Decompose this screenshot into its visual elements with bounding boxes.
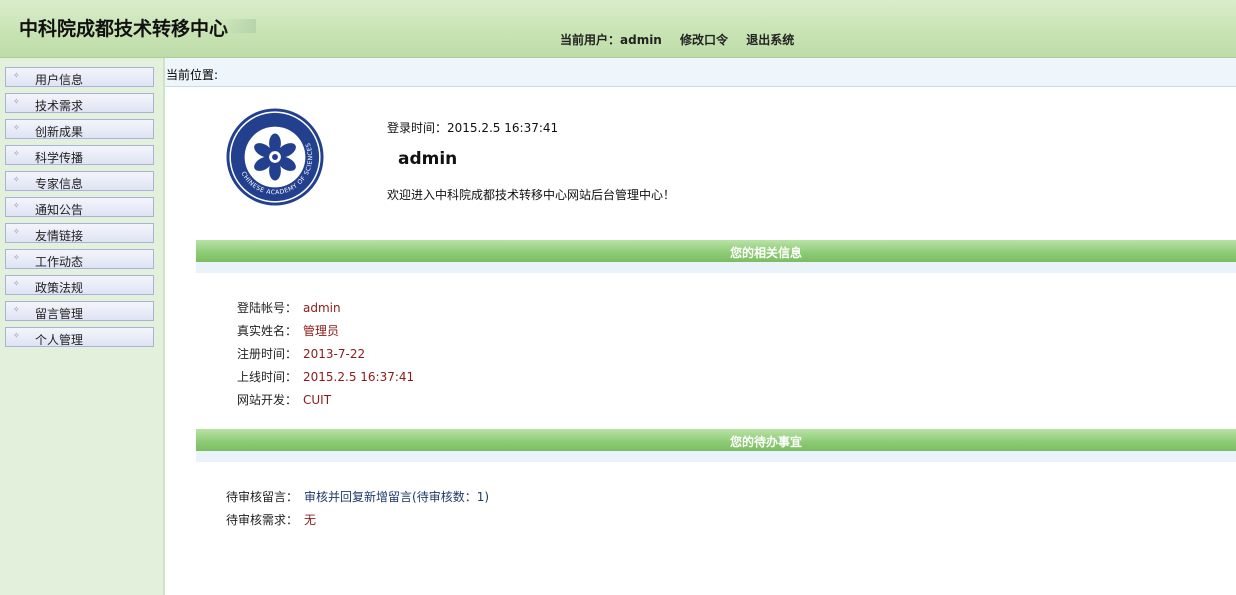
sidebar-item-policies[interactable]: ✧ 政策法规 (5, 275, 154, 295)
info-row-online-time: 上线时间： 2015.2.5 16:37:41 (237, 368, 414, 385)
sidebar-item-label: 用户信息 (35, 73, 84, 87)
sidebar-item-label: 工作动态 (35, 255, 84, 269)
bullet-icon: ✧ (13, 97, 20, 106)
info-row-real-name: 真实姓名： 管理员 (237, 322, 339, 339)
section-title: 您的相关信息 (729, 246, 802, 260)
sidebar-item-tech-demand[interactable]: ✧ 技术需求 (5, 93, 154, 113)
sidebar-item-label: 创新成果 (35, 125, 84, 139)
sidebar-item-label: 留言管理 (35, 307, 84, 321)
info-value: 2015.2.5 16:37:41 (303, 370, 415, 384)
sidebar: ✧ 用户信息 ✧ 技术需求 ✧ 创新成果 ✧ 科学传播 ✧ 专家信息 ✧ 通知公告 ✧ 友情链… (0, 58, 165, 595)
title-decoration (222, 19, 256, 33)
site-title: 中科院成都技术转移中心 (19, 18, 229, 40)
todo-label: 待审核需求： (226, 513, 299, 527)
sidebar-item-links[interactable]: ✧ 友情链接 (5, 223, 154, 243)
sidebar-item-personal[interactable]: ✧ 个人管理 (5, 327, 154, 347)
todo-section-header: 您的待办事宜 (196, 429, 1236, 462)
todo-row-messages: 待审核留言： 审核并回复新增留言(待审核数：1) (226, 488, 489, 505)
todo-label: 待审核留言： (226, 490, 299, 504)
bullet-icon: ✧ (13, 201, 20, 210)
bullet-icon: ✧ (13, 279, 20, 288)
bullet-icon: ✧ (13, 227, 20, 236)
info-row-account: 登陆帐号： admin (237, 299, 341, 316)
sidebar-item-notices[interactable]: ✧ 通知公告 (5, 197, 154, 217)
info-value: CUIT (303, 393, 332, 407)
sidebar-item-label: 技术需求 (35, 99, 84, 113)
todo-value: 无 (304, 513, 317, 527)
change-password-link[interactable]: 修改口令 (680, 33, 728, 47)
sidebar-item-label: 科学传播 (35, 151, 84, 165)
bullet-icon: ✧ (13, 331, 20, 340)
breadcrumb: 当前位置: (166, 68, 219, 82)
section-bar-under (196, 451, 1236, 462)
info-label: 网站开发： (237, 393, 298, 407)
welcome-username: admin (398, 149, 458, 169)
sidebar-item-label: 个人管理 (35, 333, 84, 347)
info-value: 2013-7-22 (303, 347, 366, 361)
bullet-icon: ✧ (13, 71, 20, 80)
sidebar-menu: ✧ 用户信息 ✧ 技术需求 ✧ 创新成果 ✧ 科学传播 ✧ 专家信息 ✧ 通知公告 ✧ 友情链… (5, 67, 154, 353)
section-bar-under (196, 262, 1236, 273)
info-row-developer: 网站开发： CUIT (237, 391, 331, 408)
header-nav: 当前用户：admin 修改口令 退出系统 (560, 31, 808, 48)
sidebar-item-messages[interactable]: ✧ 留言管理 (5, 301, 154, 321)
logout-link[interactable]: 退出系统 (746, 33, 794, 47)
info-value: 管理员 (303, 324, 340, 338)
sidebar-item-label: 政策法规 (35, 281, 84, 295)
sidebar-item-innovation[interactable]: ✧ 创新成果 (5, 119, 154, 139)
sidebar-item-science-comm[interactable]: ✧ 科学传播 (5, 145, 154, 165)
bullet-icon: ✧ (13, 149, 20, 158)
sidebar-item-experts[interactable]: ✧ 专家信息 (5, 171, 154, 191)
welcome-message: 欢迎进入中科院成都技术转移中心网站后台管理中心！ (387, 188, 676, 202)
current-user: 当前用户：admin (560, 33, 662, 47)
cas-logo: CHINESE ACADEMY OF SCIENCES (226, 108, 324, 206)
info-section-header: 您的相关信息 (196, 240, 1236, 273)
top-header: 中科院成都技术转移中心 当前用户：admin 修改口令 退出系统 (0, 0, 1236, 58)
login-time: 登录时间：2015.2.5 16:37:41 (387, 121, 559, 135)
sidebar-item-label: 专家信息 (35, 177, 84, 191)
info-value: admin (303, 301, 341, 315)
bullet-icon: ✧ (13, 305, 20, 314)
info-label: 真实姓名： (237, 324, 298, 338)
bullet-icon: ✧ (13, 175, 20, 184)
bullet-icon: ✧ (13, 253, 20, 262)
info-row-register-time: 注册时间： 2013-7-22 (237, 345, 365, 362)
sidebar-item-label: 友情链接 (35, 229, 84, 243)
sidebar-item-label: 通知公告 (35, 203, 84, 217)
todo-row-demands: 待审核需求： 无 (226, 511, 316, 528)
sidebar-item-user-info[interactable]: ✧ 用户信息 (5, 67, 154, 87)
section-title: 您的待办事宜 (729, 435, 802, 449)
info-label: 注册时间： (237, 347, 298, 361)
info-label: 登陆帐号： (237, 301, 298, 315)
review-messages-link[interactable]: 审核并回复新增留言(待审核数：1) (304, 490, 489, 504)
breadcrumb-bar: 当前位置: (165, 58, 1236, 87)
sidebar-item-work-news[interactable]: ✧ 工作动态 (5, 249, 154, 269)
bullet-icon: ✧ (13, 123, 20, 132)
info-label: 上线时间： (237, 370, 298, 384)
